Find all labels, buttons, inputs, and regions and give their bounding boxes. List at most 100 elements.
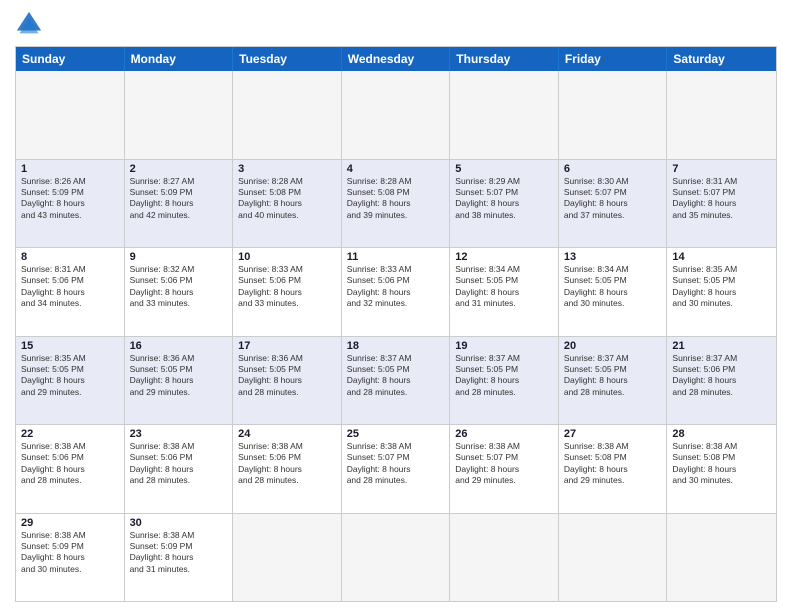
calendar-row-2: 8Sunrise: 8:31 AMSunset: 5:06 PMDaylight… (16, 248, 776, 337)
calendar-cell: 30Sunrise: 8:38 AMSunset: 5:09 PMDayligh… (125, 514, 234, 602)
day-number: 27 (564, 428, 662, 440)
calendar-cell (667, 514, 776, 602)
cell-info: Sunrise: 8:38 AMSunset: 5:06 PMDaylight:… (130, 441, 228, 487)
calendar-cell: 1Sunrise: 8:26 AMSunset: 5:09 PMDaylight… (16, 160, 125, 248)
calendar-cell (233, 71, 342, 159)
day-number: 2 (130, 163, 228, 175)
header-day-tuesday: Tuesday (233, 47, 342, 71)
calendar-cell (667, 71, 776, 159)
cell-info: Sunrise: 8:34 AMSunset: 5:05 PMDaylight:… (564, 264, 662, 310)
page: SundayMondayTuesdayWednesdayThursdayFrid… (0, 0, 792, 612)
day-number: 9 (130, 251, 228, 263)
calendar-row-4: 22Sunrise: 8:38 AMSunset: 5:06 PMDayligh… (16, 425, 776, 514)
calendar-cell: 16Sunrise: 8:36 AMSunset: 5:05 PMDayligh… (125, 337, 234, 425)
calendar-cell: 19Sunrise: 8:37 AMSunset: 5:05 PMDayligh… (450, 337, 559, 425)
header-day-sunday: Sunday (16, 47, 125, 71)
calendar-cell: 11Sunrise: 8:33 AMSunset: 5:06 PMDayligh… (342, 248, 451, 336)
day-number: 26 (455, 428, 553, 440)
day-number: 6 (564, 163, 662, 175)
day-number: 23 (130, 428, 228, 440)
day-number: 16 (130, 340, 228, 352)
header-day-friday: Friday (559, 47, 668, 71)
cell-info: Sunrise: 8:28 AMSunset: 5:08 PMDaylight:… (238, 176, 336, 222)
calendar-cell: 14Sunrise: 8:35 AMSunset: 5:05 PMDayligh… (667, 248, 776, 336)
calendar-body: 1Sunrise: 8:26 AMSunset: 5:09 PMDaylight… (16, 71, 776, 601)
cell-info: Sunrise: 8:38 AMSunset: 5:08 PMDaylight:… (564, 441, 662, 487)
day-number: 12 (455, 251, 553, 263)
calendar-cell: 24Sunrise: 8:38 AMSunset: 5:06 PMDayligh… (233, 425, 342, 513)
cell-info: Sunrise: 8:37 AMSunset: 5:05 PMDaylight:… (455, 353, 553, 399)
day-number: 18 (347, 340, 445, 352)
calendar-cell: 10Sunrise: 8:33 AMSunset: 5:06 PMDayligh… (233, 248, 342, 336)
calendar-cell: 26Sunrise: 8:38 AMSunset: 5:07 PMDayligh… (450, 425, 559, 513)
cell-info: Sunrise: 8:37 AMSunset: 5:05 PMDaylight:… (564, 353, 662, 399)
cell-info: Sunrise: 8:37 AMSunset: 5:05 PMDaylight:… (347, 353, 445, 399)
cell-info: Sunrise: 8:38 AMSunset: 5:06 PMDaylight:… (21, 441, 119, 487)
cell-info: Sunrise: 8:33 AMSunset: 5:06 PMDaylight:… (347, 264, 445, 310)
calendar-cell: 13Sunrise: 8:34 AMSunset: 5:05 PMDayligh… (559, 248, 668, 336)
cell-info: Sunrise: 8:36 AMSunset: 5:05 PMDaylight:… (130, 353, 228, 399)
day-number: 17 (238, 340, 336, 352)
calendar: SundayMondayTuesdayWednesdayThursdayFrid… (15, 46, 777, 602)
day-number: 30 (130, 517, 228, 529)
calendar-cell: 5Sunrise: 8:29 AMSunset: 5:07 PMDaylight… (450, 160, 559, 248)
cell-info: Sunrise: 8:37 AMSunset: 5:06 PMDaylight:… (672, 353, 771, 399)
calendar-cell: 21Sunrise: 8:37 AMSunset: 5:06 PMDayligh… (667, 337, 776, 425)
calendar-cell: 6Sunrise: 8:30 AMSunset: 5:07 PMDaylight… (559, 160, 668, 248)
day-number: 5 (455, 163, 553, 175)
cell-info: Sunrise: 8:28 AMSunset: 5:08 PMDaylight:… (347, 176, 445, 222)
calendar-cell (450, 514, 559, 602)
calendar-cell: 29Sunrise: 8:38 AMSunset: 5:09 PMDayligh… (16, 514, 125, 602)
day-number: 10 (238, 251, 336, 263)
calendar-cell: 7Sunrise: 8:31 AMSunset: 5:07 PMDaylight… (667, 160, 776, 248)
calendar-row-5: 29Sunrise: 8:38 AMSunset: 5:09 PMDayligh… (16, 514, 776, 602)
day-number: 7 (672, 163, 771, 175)
cell-info: Sunrise: 8:38 AMSunset: 5:07 PMDaylight:… (455, 441, 553, 487)
cell-info: Sunrise: 8:38 AMSunset: 5:08 PMDaylight:… (672, 441, 771, 487)
day-number: 21 (672, 340, 771, 352)
header (15, 10, 777, 38)
day-number: 20 (564, 340, 662, 352)
cell-info: Sunrise: 8:35 AMSunset: 5:05 PMDaylight:… (21, 353, 119, 399)
calendar-cell (342, 514, 451, 602)
cell-info: Sunrise: 8:29 AMSunset: 5:07 PMDaylight:… (455, 176, 553, 222)
day-number: 28 (672, 428, 771, 440)
cell-info: Sunrise: 8:38 AMSunset: 5:09 PMDaylight:… (21, 530, 119, 576)
day-number: 25 (347, 428, 445, 440)
day-number: 4 (347, 163, 445, 175)
cell-info: Sunrise: 8:34 AMSunset: 5:05 PMDaylight:… (455, 264, 553, 310)
calendar-cell (559, 71, 668, 159)
calendar-cell (450, 71, 559, 159)
calendar-cell: 8Sunrise: 8:31 AMSunset: 5:06 PMDaylight… (16, 248, 125, 336)
cell-info: Sunrise: 8:27 AMSunset: 5:09 PMDaylight:… (130, 176, 228, 222)
cell-info: Sunrise: 8:30 AMSunset: 5:07 PMDaylight:… (564, 176, 662, 222)
cell-info: Sunrise: 8:32 AMSunset: 5:06 PMDaylight:… (130, 264, 228, 310)
logo-icon (15, 10, 43, 38)
calendar-cell: 28Sunrise: 8:38 AMSunset: 5:08 PMDayligh… (667, 425, 776, 513)
calendar-cell: 23Sunrise: 8:38 AMSunset: 5:06 PMDayligh… (125, 425, 234, 513)
calendar-cell (342, 71, 451, 159)
cell-info: Sunrise: 8:36 AMSunset: 5:05 PMDaylight:… (238, 353, 336, 399)
calendar-cell (16, 71, 125, 159)
day-number: 19 (455, 340, 553, 352)
day-number: 11 (347, 251, 445, 263)
day-number: 14 (672, 251, 771, 263)
cell-info: Sunrise: 8:33 AMSunset: 5:06 PMDaylight:… (238, 264, 336, 310)
calendar-cell: 4Sunrise: 8:28 AMSunset: 5:08 PMDaylight… (342, 160, 451, 248)
calendar-cell: 25Sunrise: 8:38 AMSunset: 5:07 PMDayligh… (342, 425, 451, 513)
calendar-header: SundayMondayTuesdayWednesdayThursdayFrid… (16, 47, 776, 71)
header-day-wednesday: Wednesday (342, 47, 451, 71)
header-day-saturday: Saturday (667, 47, 776, 71)
day-number: 24 (238, 428, 336, 440)
cell-info: Sunrise: 8:35 AMSunset: 5:05 PMDaylight:… (672, 264, 771, 310)
calendar-cell: 22Sunrise: 8:38 AMSunset: 5:06 PMDayligh… (16, 425, 125, 513)
calendar-cell: 18Sunrise: 8:37 AMSunset: 5:05 PMDayligh… (342, 337, 451, 425)
cell-info: Sunrise: 8:38 AMSunset: 5:07 PMDaylight:… (347, 441, 445, 487)
calendar-cell: 27Sunrise: 8:38 AMSunset: 5:08 PMDayligh… (559, 425, 668, 513)
calendar-cell: 20Sunrise: 8:37 AMSunset: 5:05 PMDayligh… (559, 337, 668, 425)
day-number: 13 (564, 251, 662, 263)
cell-info: Sunrise: 8:38 AMSunset: 5:09 PMDaylight:… (130, 530, 228, 576)
calendar-cell: 3Sunrise: 8:28 AMSunset: 5:08 PMDaylight… (233, 160, 342, 248)
logo (15, 10, 47, 38)
calendar-cell: 9Sunrise: 8:32 AMSunset: 5:06 PMDaylight… (125, 248, 234, 336)
